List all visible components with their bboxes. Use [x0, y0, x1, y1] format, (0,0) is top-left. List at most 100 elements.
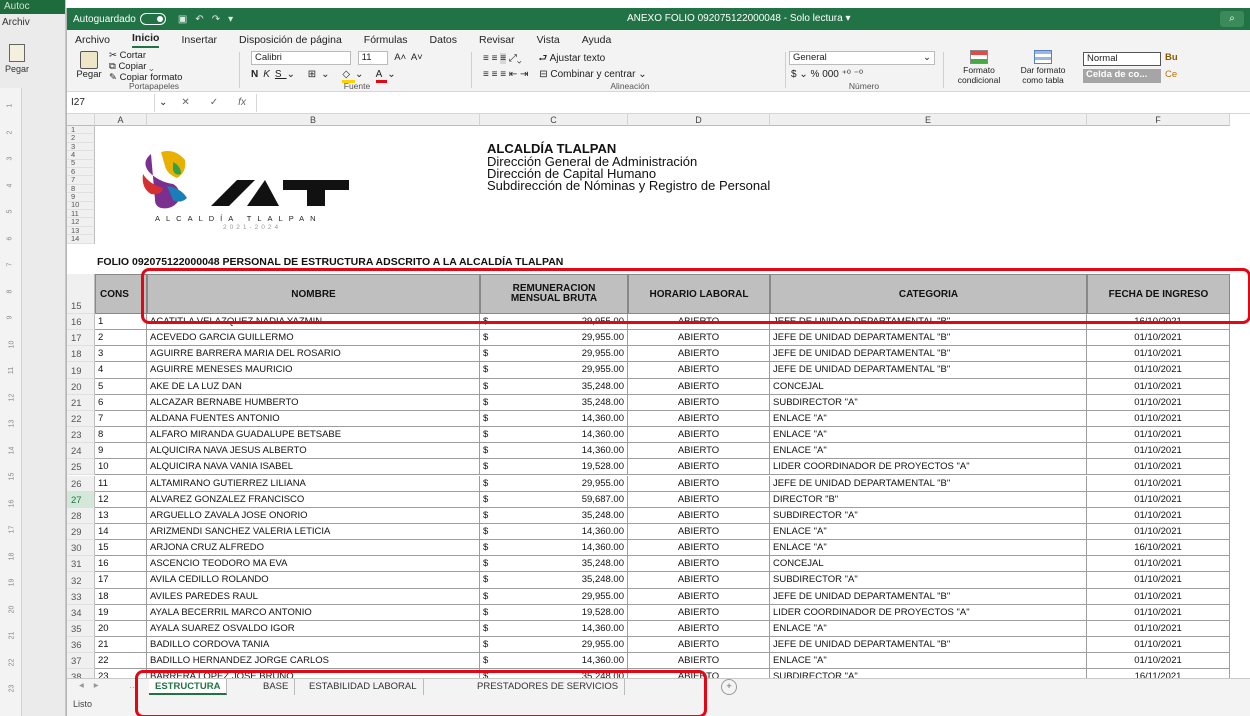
- currency-cell[interactable]: $: [480, 476, 500, 492]
- horario-cell[interactable]: ABIERTO: [628, 556, 770, 573]
- enter-icon[interactable]: ✓: [200, 97, 228, 108]
- undo-icon[interactable]: ↶: [195, 14, 211, 25]
- cons-cell[interactable]: 21: [95, 637, 147, 653]
- cons-cell[interactable]: 19: [95, 604, 147, 621]
- column-header-d[interactable]: D: [628, 114, 770, 126]
- amount-cell[interactable]: 14,360.00: [500, 443, 628, 460]
- fecha-cell[interactable]: 01/10/2021: [1087, 588, 1230, 605]
- style-check-cell[interactable]: Celda de co...: [1083, 69, 1161, 83]
- row-header[interactable]: 37: [67, 653, 95, 670]
- cons-cell[interactable]: 3: [95, 346, 147, 363]
- row-header[interactable]: 25: [67, 459, 95, 476]
- categoria-cell[interactable]: SUBDIRECTOR "A": [770, 572, 1087, 589]
- fecha-cell[interactable]: 01/10/2021: [1087, 604, 1230, 621]
- table-row[interactable]: 7 ALDANA FUENTES ANTONIO $14,360.00 ABIERTO…: [95, 410, 1230, 428]
- cons-cell[interactable]: 5: [95, 378, 147, 395]
- amount-cell[interactable]: 14,360.00: [500, 653, 628, 670]
- copy-button[interactable]: ⧉ Copiar ⌄: [109, 61, 182, 72]
- categoria-cell[interactable]: LIDER COORDINADOR DE PROYECTOS "A": [770, 459, 1087, 476]
- sheet-nav-arrows[interactable]: ◂▸: [79, 680, 109, 691]
- decrease-decimal-icon[interactable]: ⁻⁰: [854, 69, 863, 80]
- table-row[interactable]: 17 AVILA CEDILLO ROLANDO $35,248.00 ABIERTO…: [95, 572, 1230, 589]
- categoria-cell[interactable]: SUBDIRECTOR "A": [770, 669, 1087, 678]
- currency-cell[interactable]: $: [480, 589, 500, 605]
- categoria-cell[interactable]: ENLACE "A": [770, 443, 1087, 460]
- orientation-icon[interactable]: ⤢: [509, 53, 517, 64]
- horario-cell[interactable]: ABIERTO: [628, 394, 770, 411]
- horario-cell[interactable]: ABIERTO: [628, 523, 770, 540]
- fecha-cell[interactable]: 01/10/2021: [1087, 637, 1230, 653]
- categoria-cell[interactable]: JEFE DE UNIDAD DEPARTAMENTAL "B": [770, 588, 1087, 605]
- horario-cell[interactable]: ABIERTO: [628, 330, 770, 347]
- amount-cell[interactable]: 19,528.00: [500, 459, 628, 476]
- amount-cell[interactable]: 29,955.00: [500, 362, 628, 379]
- align-bottom-icon[interactable]: ≡: [500, 53, 507, 64]
- cons-cell[interactable]: 12: [95, 491, 147, 508]
- categoria-cell[interactable]: SUBDIRECTOR "A": [770, 394, 1087, 411]
- fecha-cell[interactable]: 01/10/2021: [1087, 620, 1230, 637]
- nombre-cell[interactable]: ALCAZAR BERNABE HUMBERTO: [147, 394, 480, 411]
- horario-cell[interactable]: ABIERTO: [628, 378, 770, 395]
- fecha-cell[interactable]: 16/10/2021: [1087, 540, 1230, 557]
- table-row[interactable]: 13 ARGUELLO ZAVALA JOSE ONORIO $35,248.00 A…: [95, 507, 1230, 524]
- fecha-cell[interactable]: 01/10/2021: [1087, 378, 1230, 395]
- table-row[interactable]: 5 AKE DE LA LUZ DAN $35,248.00 ABIERTO CONCE…: [95, 378, 1230, 395]
- categoria-cell[interactable]: JEFE DE UNIDAD DEPARTAMENTAL "B": [770, 330, 1087, 347]
- amount-cell[interactable]: 59,687.00: [500, 491, 628, 508]
- row-header[interactable]: 16: [67, 314, 95, 331]
- cons-cell[interactable]: 8: [95, 427, 147, 444]
- currency-cell[interactable]: $: [480, 524, 500, 540]
- fecha-cell[interactable]: 01/10/2021: [1087, 653, 1230, 670]
- cons-cell[interactable]: 11: [95, 475, 147, 492]
- horario-cell[interactable]: ABIERTO: [628, 588, 770, 605]
- nombre-cell[interactable]: AVILA CEDILLO ROLANDO: [147, 572, 480, 589]
- amount-cell[interactable]: 29,955.00: [500, 475, 628, 492]
- tab-disposición-de-página[interactable]: Disposición de página: [239, 34, 342, 48]
- tab-archivo[interactable]: Archivo: [75, 34, 110, 48]
- categoria-cell[interactable]: ENLACE "A": [770, 620, 1087, 637]
- currency-cell[interactable]: $: [480, 540, 500, 556]
- cancel-icon[interactable]: ✕: [171, 97, 199, 108]
- table-row[interactable]: 19 AYALA BECERRIL MARCO ANTONIO $19,528.00…: [95, 604, 1230, 621]
- categoria-cell[interactable]: CONCEJAL: [770, 556, 1087, 573]
- fecha-cell[interactable]: 01/10/2021: [1087, 394, 1230, 411]
- horario-cell[interactable]: ABIERTO: [628, 427, 770, 444]
- fecha-cell[interactable]: 01/10/2021: [1087, 427, 1230, 444]
- currency-cell[interactable]: $: [480, 637, 500, 653]
- table-row[interactable]: 18 AVILES PAREDES RAUL $29,955.00 ABIERTO JE…: [95, 588, 1230, 605]
- nombre-cell[interactable]: ACEVEDO GARCIA GUILLERMO: [147, 330, 480, 347]
- amount-cell[interactable]: 35,248.00: [500, 378, 628, 395]
- currency-cell[interactable]: $: [480, 459, 500, 475]
- cons-cell[interactable]: 9: [95, 443, 147, 460]
- row-header[interactable]: 33: [67, 588, 95, 605]
- table-row[interactable]: 21 BADILLO CORDOVA TANIA $29,955.00 ABIERTO…: [95, 637, 1230, 654]
- cons-cell[interactable]: 10: [95, 459, 147, 476]
- column-header-f[interactable]: F: [1087, 114, 1230, 126]
- percent-icon[interactable]: %: [811, 69, 820, 80]
- cons-cell[interactable]: 17: [95, 572, 147, 589]
- quick-access-icons[interactable]: ▣↶↷▾: [178, 14, 241, 25]
- categoria-cell[interactable]: ENLACE "A": [770, 427, 1087, 444]
- fecha-cell[interactable]: 01/10/2021: [1087, 556, 1230, 573]
- worksheet-grid[interactable]: ABCDEF 1 2 3 4 5 6 7 8 9 10 11 12 13 14 15 16 17 18 19 20 21…: [67, 114, 1250, 678]
- nombre-cell[interactable]: ALQUICIRA NAVA JESUS ALBERTO: [147, 443, 480, 460]
- currency-cell[interactable]: $: [480, 572, 500, 588]
- cons-cell[interactable]: 22: [95, 653, 147, 670]
- cons-cell[interactable]: 14: [95, 523, 147, 540]
- currency-cell[interactable]: $: [480, 411, 500, 427]
- table-row[interactable]: 2 ACEVEDO GARCIA GUILLERMO $29,955.00 ABIER…: [95, 330, 1230, 347]
- amount-cell[interactable]: 35,248.00: [500, 394, 628, 411]
- horario-cell[interactable]: ABIERTO: [628, 410, 770, 427]
- row-header[interactable]: 24: [67, 443, 95, 460]
- row-header[interactable]: 26: [67, 475, 95, 492]
- amount-cell[interactable]: 35,248.00: [500, 507, 628, 524]
- increase-decimal-icon[interactable]: ⁺⁰: [842, 69, 851, 80]
- customize-toolbar-icon[interactable]: ▾: [228, 14, 241, 25]
- redo-icon[interactable]: ↷: [212, 14, 228, 25]
- row-header[interactable]: 29: [67, 523, 95, 541]
- tab-inicio[interactable]: Inicio: [132, 32, 160, 48]
- fecha-cell[interactable]: 01/10/2021: [1087, 572, 1230, 589]
- font-shrink-icon[interactable]: A˅: [411, 52, 423, 63]
- currency-cell[interactable]: $: [480, 621, 500, 637]
- horario-cell[interactable]: ABIERTO: [628, 572, 770, 589]
